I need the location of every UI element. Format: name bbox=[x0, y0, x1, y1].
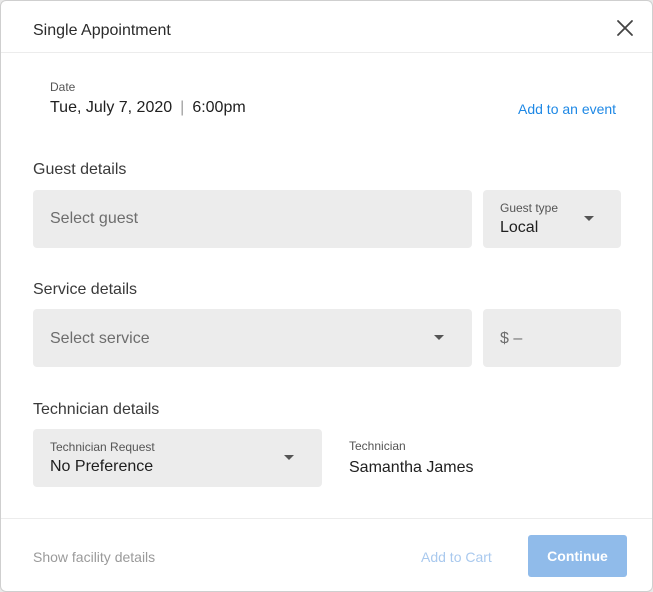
select-guest-field[interactable]: Select guest bbox=[33, 190, 472, 248]
show-facility-details-link[interactable]: Show facility details bbox=[33, 549, 155, 565]
service-price-field[interactable]: $ – bbox=[483, 309, 621, 367]
date-value: Tue, July 7, 2020 | 6:00pm bbox=[50, 99, 246, 117]
dialog-title: Single Appointment bbox=[33, 22, 171, 39]
guest-type-label: Guest type bbox=[500, 201, 559, 215]
continue-button[interactable]: Continue bbox=[528, 535, 627, 577]
close-icon bbox=[617, 20, 633, 36]
technician-request-value: No Preference bbox=[50, 458, 154, 475]
technician-details-title: Technician details bbox=[33, 401, 160, 418]
add-to-event-link[interactable]: Add to an event bbox=[518, 101, 616, 117]
dialog-footer: Show facility details Add to Cart Contin… bbox=[1, 518, 652, 591]
guest-type-value: Local bbox=[500, 219, 539, 236]
technician-value: Samantha James bbox=[349, 459, 474, 476]
date-label: Date bbox=[50, 80, 76, 94]
service-details-title: Service details bbox=[33, 281, 138, 298]
chevron-down-icon bbox=[284, 455, 294, 460]
add-to-cart-button[interactable]: Add to Cart bbox=[421, 549, 492, 565]
date-separator: | bbox=[180, 99, 185, 116]
select-service-placeholder: Select service bbox=[50, 330, 150, 347]
service-price-placeholder: $ – bbox=[500, 330, 523, 347]
single-appointment-dialog: Single Appointment Date Tue, July 7, 202… bbox=[0, 0, 653, 592]
close-button[interactable] bbox=[613, 16, 637, 40]
dialog-header: Single Appointment bbox=[1, 1, 652, 53]
technician-request-label: Technician Request bbox=[50, 440, 155, 454]
select-service-field[interactable]: Select service bbox=[33, 309, 472, 367]
technician-request-select[interactable]: Technician Request No Preference bbox=[33, 429, 322, 487]
technician-label: Technician bbox=[349, 439, 406, 453]
date-day: Tue, July 7, 2020 bbox=[50, 99, 173, 116]
chevron-down-icon bbox=[584, 216, 594, 221]
guest-details-title: Guest details bbox=[33, 161, 127, 178]
date-time: 6:00pm bbox=[192, 99, 246, 116]
select-guest-placeholder: Select guest bbox=[50, 210, 139, 227]
chevron-down-icon bbox=[434, 335, 444, 340]
guest-type-select[interactable]: Guest type Local bbox=[483, 190, 621, 248]
